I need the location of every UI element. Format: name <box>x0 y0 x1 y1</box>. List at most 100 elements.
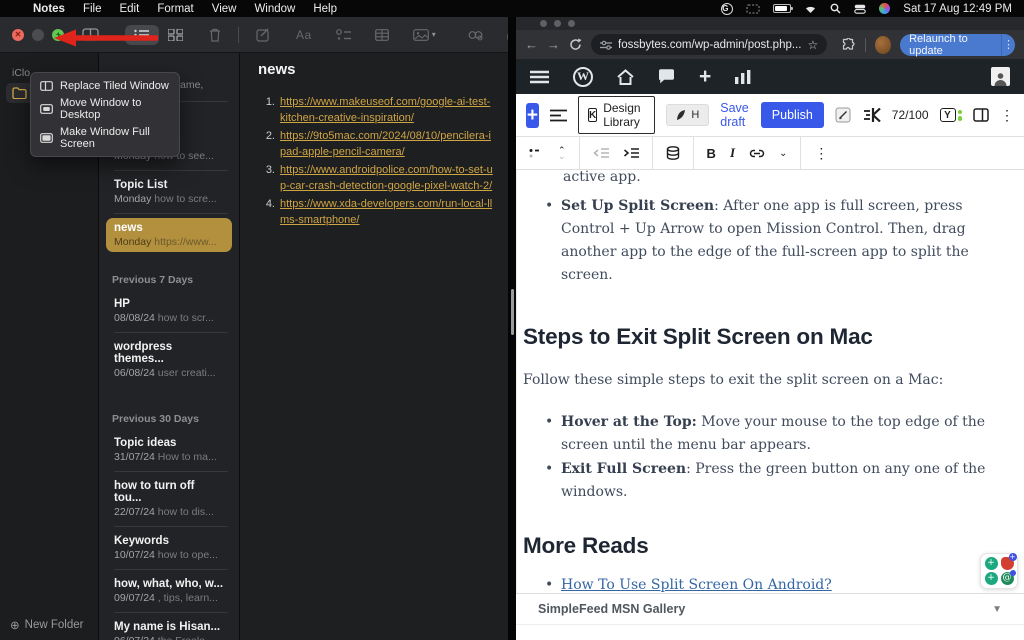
menu-edit[interactable]: Edit <box>119 3 139 15</box>
control-center-icon[interactable] <box>854 4 866 14</box>
grammarly-icon[interactable]: G <box>721 3 733 15</box>
more-formats-chevron-icon[interactable]: ⌄ <box>779 148 787 159</box>
widget-icon-2[interactable] <box>1001 557 1014 570</box>
delete-note-icon[interactable] <box>200 24 230 46</box>
note-list-item[interactable]: My name is Hisan... 06/07/24 the Freela.… <box>106 617 232 640</box>
minimize-window-button[interactable] <box>32 29 44 41</box>
back-button[interactable]: ← <box>525 37 538 52</box>
split-view-divider[interactable] <box>508 17 516 640</box>
edit-mode-icon[interactable] <box>835 107 851 123</box>
close-window-button[interactable]: ✕ <box>12 29 24 41</box>
editor-options-kebab-icon[interactable]: ⋮ <box>1000 107 1014 124</box>
media-icon[interactable]: ▾ <box>404 25 445 45</box>
address-bar[interactable]: fossbytes.com/wp-admin/post.php... ☆ <box>591 34 827 55</box>
split-view-handle[interactable] <box>511 289 514 335</box>
link-icon[interactable] <box>459 25 492 45</box>
menu-item-move-window-to-desktop[interactable]: Move Window to Desktop <box>35 94 175 123</box>
forward-button[interactable]: → <box>547 37 560 52</box>
menu-help[interactable]: Help <box>313 3 337 15</box>
menu-bar-clock[interactable]: Sat 17 Aug 12:49 PM <box>903 3 1012 15</box>
relaunch-to-update-button[interactable]: Relaunch to update ⋮ <box>900 34 1015 56</box>
note-list-item-selected[interactable]: news Monday https://www... <box>106 218 232 252</box>
block-inserter-button[interactable]: + <box>526 103 539 128</box>
document-overview-icon[interactable] <box>550 109 567 122</box>
menu-format[interactable]: Format <box>157 3 193 15</box>
note-list-item[interactable]: wordpress themes... 06/08/24 user creati… <box>106 337 232 383</box>
bookmark-star-icon[interactable]: ☆ <box>807 38 818 52</box>
seo-score-value: 72/100 <box>892 108 929 122</box>
note-link[interactable]: https://www.xda-developers.com/run-local… <box>280 196 494 228</box>
wp-document-canvas[interactable]: active app. Set Up Split Screen: After o… <box>516 170 1024 593</box>
menu-view[interactable]: View <box>212 3 237 15</box>
wifi-icon[interactable] <box>804 4 817 14</box>
settings-sidebar-toggle-icon[interactable] <box>973 108 989 122</box>
text-format-icon[interactable]: Aa <box>287 24 321 46</box>
table-icon[interactable] <box>366 25 398 45</box>
note-link[interactable]: https://9to5mac.com/2024/08/10/pencilera… <box>280 128 494 160</box>
site-settings-icon[interactable] <box>600 40 612 50</box>
wp-editor-toolbar: + K Design Library H Save draft Publish … <box>516 94 1024 137</box>
home-icon[interactable] <box>617 69 634 85</box>
siri-icon[interactable] <box>879 3 890 14</box>
note-list-item[interactable]: HP 08/08/24 how to scr... <box>106 294 232 328</box>
note-list-item[interactable]: how to turn off tou... 22/07/24 how to d… <box>106 476 232 522</box>
new-note-icon[interactable] <box>247 24 279 46</box>
menu-item-make-window-full-screen[interactable]: Make Window Full Screen <box>35 123 175 152</box>
yoast-status-dots <box>958 110 963 121</box>
screen-mirroring-icon[interactable] <box>746 4 760 14</box>
comments-icon[interactable] <box>658 69 675 84</box>
profile-avatar[interactable] <box>875 36 891 54</box>
note-list-item[interactable]: Topic ideas 31/07/24 How to ma... <box>106 433 232 467</box>
panel-below-area <box>516 624 1024 640</box>
note-editor[interactable]: news 1. https://www.makeuseof.com/google… <box>240 53 508 640</box>
stack-block-icon[interactable] <box>666 146 680 160</box>
user-avatar-icon[interactable] <box>991 67 1010 86</box>
reload-button[interactable] <box>569 38 582 51</box>
url-text[interactable]: fossbytes.com/wp-admin/post.php... <box>618 39 801 51</box>
save-draft-button[interactable]: Save draft <box>720 101 750 129</box>
wp-admin-menu-icon[interactable] <box>530 70 549 84</box>
list-block-icon[interactable] <box>529 148 544 158</box>
link-button[interactable] <box>749 149 765 158</box>
meta-box-panel[interactable]: SimpleFeed MSN Gallery ▼ <box>516 593 1024 624</box>
spotlight-search-icon[interactable] <box>830 3 841 14</box>
checklist-icon[interactable] <box>327 25 360 45</box>
note-link[interactable]: https://www.makeuseof.com/google-ai-test… <box>280 94 494 126</box>
extensions-icon[interactable] <box>842 38 856 52</box>
new-folder-button[interactable]: ⊕ New Folder <box>10 618 83 632</box>
italic-button[interactable]: I <box>730 145 735 161</box>
bold-button[interactable]: B <box>707 146 716 161</box>
menu-file[interactable]: File <box>83 3 102 15</box>
note-link[interactable]: https://www.androidpolice.com/how-to-set… <box>280 162 494 194</box>
article-link[interactable]: How To Use Split Screen On Android? <box>561 577 832 593</box>
menu-window[interactable]: Window <box>254 3 295 15</box>
indent-icon[interactable] <box>623 147 639 159</box>
publish-button[interactable]: Publish <box>761 102 824 128</box>
close-window-button[interactable] <box>540 20 547 27</box>
fullscreen-window-button[interactable] <box>568 20 575 27</box>
kadence-icon: K <box>588 108 597 122</box>
widget-icon-3[interactable]: + <box>985 572 998 585</box>
extension-floating-widget[interactable]: + + @ <box>980 553 1018 589</box>
note-list-item[interactable]: how, what, who, w... 09/07/24 , tips, le… <box>106 574 232 608</box>
widget-icon-4[interactable]: @ <box>1001 572 1014 585</box>
seo-speed-icon[interactable] <box>864 108 881 122</box>
design-library-button[interactable]: K Design Library <box>578 96 655 134</box>
menu-item-replace-tiled-window[interactable]: Replace Tiled Window <box>35 77 175 94</box>
menu-app-name[interactable]: Notes <box>33 3 65 15</box>
panel-collapse-chevron-icon[interactable]: ▼ <box>992 604 1002 615</box>
widget-icon-1[interactable]: + <box>985 557 998 570</box>
minimize-window-button[interactable] <box>554 20 561 27</box>
outdent-icon[interactable] <box>593 147 609 159</box>
battery-icon[interactable] <box>773 4 791 13</box>
h-plugin-button[interactable]: H <box>666 104 709 126</box>
move-block-buttons[interactable]: ⌃⌄ <box>558 147 566 159</box>
new-content-icon[interactable]: + <box>699 66 711 87</box>
block-options-kebab-icon[interactable]: ⋮ <box>814 145 828 162</box>
yoast-seo-button[interactable]: Y <box>940 108 963 122</box>
note-list-item[interactable]: Keywords 10/07/24 how to ope... <box>106 531 232 565</box>
wordpress-logo-icon[interactable]: W <box>573 67 593 87</box>
browser-menu-kebab-icon[interactable]: ⋮ <box>1001 34 1015 56</box>
stats-icon[interactable] <box>735 70 751 84</box>
note-list-item[interactable]: Topic List Monday how to scre... <box>106 175 232 209</box>
